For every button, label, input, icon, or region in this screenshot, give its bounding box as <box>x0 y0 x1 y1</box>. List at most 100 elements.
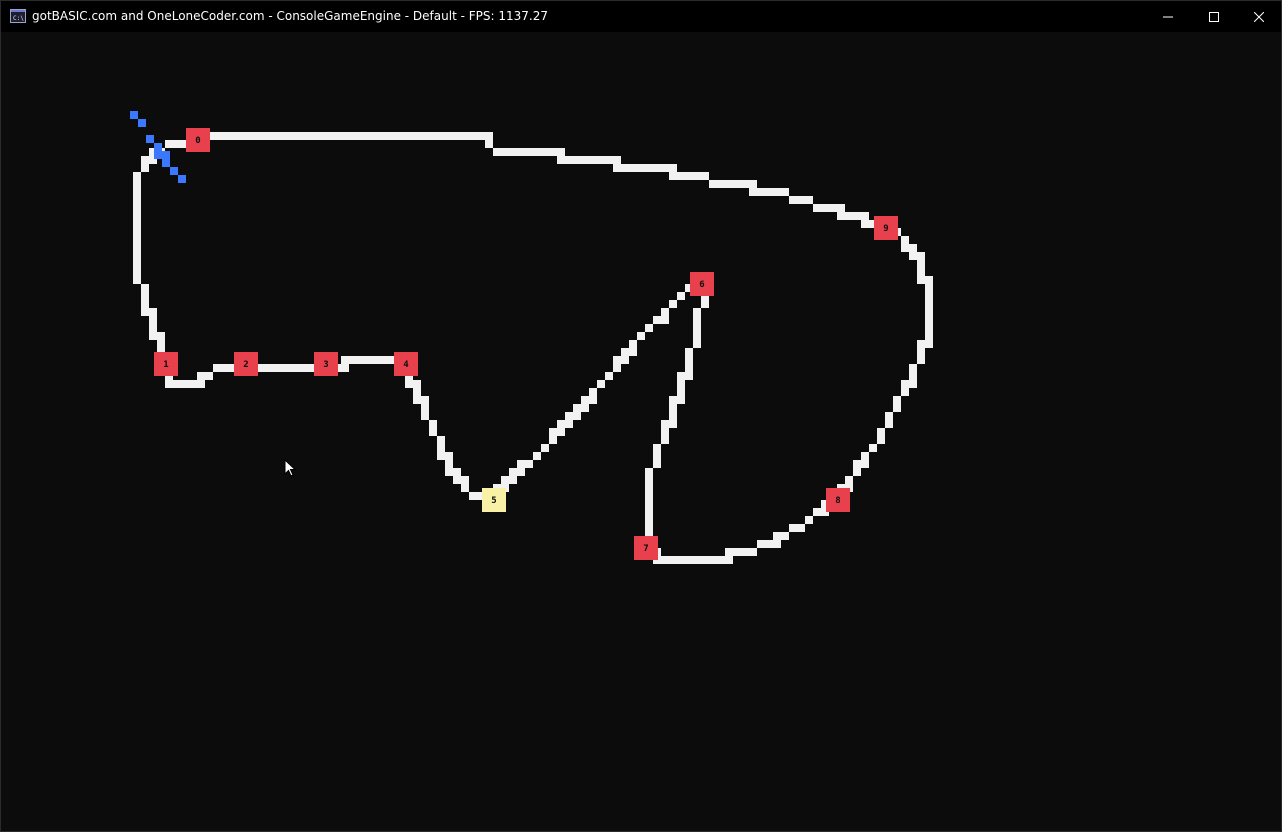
track-pixel <box>693 556 701 564</box>
maximize-button[interactable] <box>1191 1 1237 32</box>
console-app-icon: C:\ <box>10 9 26 23</box>
control-point-4[interactable]: 4 <box>394 352 418 376</box>
track-pixel <box>261 132 269 140</box>
control-point-6[interactable]: 6 <box>690 272 714 296</box>
track-pixel <box>645 484 653 492</box>
track-pixel <box>173 380 181 388</box>
track-pixel <box>733 180 741 188</box>
game-canvas[interactable]: 0 1 2 3 4 5 6 7 8 9 <box>1 32 1281 831</box>
track-pixel <box>901 388 909 396</box>
track-pixel <box>493 148 501 156</box>
agent-pixel <box>138 119 146 127</box>
track-pixel <box>133 196 141 204</box>
track-pixel <box>925 308 933 316</box>
track-pixel <box>133 212 141 220</box>
track-pixel <box>661 556 669 564</box>
track-pixel <box>605 156 613 164</box>
track-pixel <box>805 196 813 204</box>
track-pixel <box>693 340 701 348</box>
track-pixel <box>877 436 885 444</box>
track-pixel <box>365 132 373 140</box>
track-pixel <box>285 364 293 372</box>
track-pixel <box>141 292 149 300</box>
title-bar[interactable]: C:\ gotBASIC.com and OneLoneCoder.com - … <box>1 1 1281 32</box>
track-pixel <box>413 132 421 140</box>
track-pixel <box>341 356 349 364</box>
track-pixel <box>525 148 533 156</box>
track-pixel <box>701 300 709 308</box>
control-point-3[interactable]: 3 <box>314 352 338 376</box>
track-pixel <box>589 156 597 164</box>
control-point-label: 1 <box>163 360 168 370</box>
track-pixel <box>853 468 861 476</box>
track-pixel <box>461 476 469 484</box>
console-window: C:\ gotBASIC.com and OneLoneCoder.com - … <box>0 0 1282 832</box>
track-pixel <box>781 532 789 540</box>
track-pixel <box>365 356 373 364</box>
track-pixel <box>917 276 925 284</box>
track-pixel <box>893 404 901 412</box>
track-pixel <box>341 364 349 372</box>
track-pixel <box>277 364 285 372</box>
track-pixel <box>221 364 229 372</box>
track-pixel <box>901 236 909 244</box>
track-pixel <box>437 436 445 444</box>
track-pixel <box>613 156 621 164</box>
track-pixel <box>645 516 653 524</box>
track-pixel <box>909 364 917 372</box>
track-pixel <box>621 348 629 356</box>
track-layer: 0 1 2 3 4 5 6 7 8 9 <box>130 111 933 564</box>
track-pixel <box>677 556 685 564</box>
track-pixel <box>157 340 165 348</box>
control-point-1[interactable]: 1 <box>154 352 178 376</box>
maximize-icon <box>1209 11 1219 22</box>
track-pixel <box>757 188 765 196</box>
track-pixel <box>685 172 693 180</box>
control-point-label: 2 <box>243 360 248 370</box>
track-pixel <box>485 140 493 148</box>
track-pixel <box>901 380 909 388</box>
track-pixel <box>685 364 693 372</box>
track-pixel <box>917 260 925 268</box>
track-pixel <box>253 132 261 140</box>
control-point-9[interactable]: 9 <box>874 216 898 240</box>
track-pixel <box>405 132 413 140</box>
control-point-2[interactable]: 2 <box>234 352 258 376</box>
track-pixel <box>557 148 565 156</box>
track-pixel <box>597 156 605 164</box>
track-pixel <box>669 172 677 180</box>
track-pixel <box>149 332 157 340</box>
track-pixel <box>141 284 149 292</box>
track-pixel <box>133 220 141 228</box>
track-pixel <box>237 132 245 140</box>
track-pixel <box>541 444 549 452</box>
track-pixel <box>421 396 429 404</box>
close-button[interactable] <box>1236 1 1282 32</box>
control-point-5[interactable]: 5 <box>482 488 506 512</box>
track-pixel <box>421 404 429 412</box>
track-pixel <box>501 148 509 156</box>
control-point-label: 3 <box>323 360 328 370</box>
track-pixel <box>349 356 357 364</box>
track-pixel <box>197 372 205 380</box>
track-pixel <box>757 540 765 548</box>
track-pixel <box>181 380 189 388</box>
track-pixel <box>317 132 325 140</box>
track-pixel <box>925 276 933 284</box>
track-pixel <box>277 132 285 140</box>
track-pixel <box>165 140 173 148</box>
track-pixel <box>677 172 685 180</box>
track-pixel <box>549 148 557 156</box>
track-pixel <box>661 308 669 316</box>
minimize-button[interactable] <box>1145 1 1191 32</box>
control-point-7[interactable]: 7 <box>634 536 658 560</box>
track-pixel <box>693 172 701 180</box>
track-pixel <box>269 364 277 372</box>
track-pixel <box>293 364 301 372</box>
track-pixel <box>861 460 869 468</box>
track-pixel <box>133 260 141 268</box>
control-point-8[interactable]: 8 <box>826 488 850 512</box>
track-pixel <box>469 132 477 140</box>
track-pixel <box>565 420 573 428</box>
control-point-0[interactable]: 0 <box>186 128 210 152</box>
